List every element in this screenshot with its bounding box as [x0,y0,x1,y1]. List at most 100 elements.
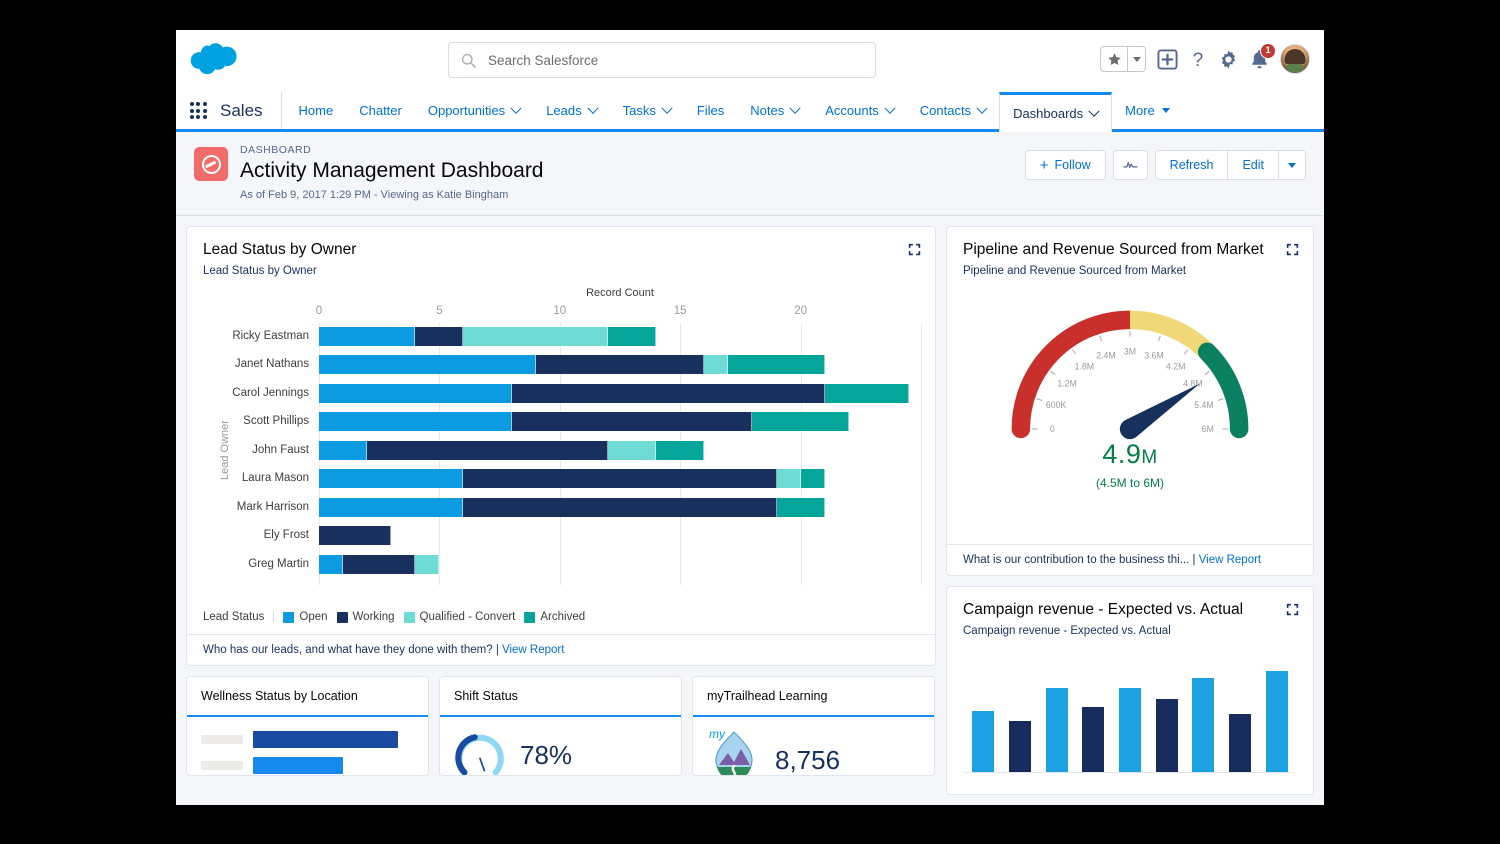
gauge-tick-label: 600K [1046,400,1067,410]
campaign-bar[interactable] [1156,699,1178,772]
bar-segment[interactable] [319,526,391,545]
bar-segment[interactable] [801,469,825,488]
chevron-down-icon[interactable] [661,102,672,113]
bar-segment[interactable] [415,327,463,346]
legend-swatch [283,612,294,623]
bar-segment[interactable] [704,355,728,374]
bar-stack[interactable] [319,441,704,460]
bar-segment[interactable] [463,327,607,346]
tab-chatter[interactable]: Chatter [346,92,415,129]
tab-files[interactable]: Files [684,92,737,129]
bar-segment[interactable] [608,327,656,346]
plus-box-icon[interactable] [1157,49,1178,70]
bell-icon[interactable]: 1 [1250,49,1269,70]
tab-accounts[interactable]: Accounts [812,92,906,129]
bar-segment[interactable] [319,555,343,574]
bar-stack[interactable] [319,384,909,403]
star-icon[interactable] [1101,47,1127,71]
tab-home[interactable]: Home [286,92,347,129]
tab-more[interactable]: More [1112,92,1183,129]
follow-button[interactable]: + Follow [1025,150,1106,180]
bar-segment[interactable] [319,469,463,488]
bar-segment[interactable] [656,441,704,460]
chevron-down-icon[interactable] [976,102,987,113]
y-axis-tick: Laura Mason [187,472,309,484]
bar-stack[interactable] [319,355,825,374]
bar-segment[interactable] [319,412,512,431]
legend-item[interactable]: Open [283,611,327,623]
bar-segment[interactable] [319,441,367,460]
expand-icon[interactable] [1286,243,1299,256]
campaign-bar[interactable] [1046,688,1068,772]
global-search[interactable] [448,42,876,78]
chevron-down-icon[interactable] [511,102,522,113]
bar-stack[interactable] [319,469,825,488]
chevron-down-icon[interactable] [1089,105,1100,116]
bar-segment[interactable] [319,384,512,403]
chevron-down-icon[interactable] [790,102,801,113]
subscribe-button[interactable] [1113,150,1148,180]
bar-segment[interactable] [825,384,909,403]
bar-segment[interactable] [512,384,825,403]
caret-down-icon[interactable] [1162,108,1170,113]
bar-segment[interactable] [463,469,776,488]
edit-button[interactable]: Edit [1227,150,1278,180]
caret-down-icon[interactable] [1128,47,1145,71]
bar-segment[interactable] [343,555,415,574]
bar-segment[interactable] [319,327,415,346]
avatar[interactable] [1280,44,1310,74]
bar-segment[interactable] [463,498,776,517]
gauge-tick-label: 1.2M [1057,378,1077,388]
more-actions-button[interactable] [1278,150,1306,180]
view-report-link[interactable]: View Report [1199,554,1261,566]
legend-label: Working [353,611,395,623]
campaign-bar[interactable] [972,711,994,772]
campaign-bar[interactable] [1266,671,1288,772]
bar-segment[interactable] [608,441,656,460]
bar-stack[interactable] [319,412,849,431]
bar-stack[interactable] [319,555,439,574]
app-launcher-icon[interactable] [176,92,220,129]
bar-label-placeholder [201,761,243,770]
view-report-link[interactable]: View Report [502,644,564,656]
tab-notes[interactable]: Notes [737,92,812,129]
campaign-bar[interactable] [1119,688,1141,772]
tab-tasks[interactable]: Tasks [610,92,684,129]
gear-icon[interactable] [1218,49,1239,70]
bar-segment[interactable] [752,412,848,431]
bar-segment[interactable] [319,498,463,517]
legend-item[interactable]: Qualified - Convert [404,611,516,623]
chevron-down-icon[interactable] [884,102,895,113]
tab-contacts[interactable]: Contacts [907,92,999,129]
campaign-bar[interactable] [1229,714,1251,772]
bar-stack[interactable] [319,526,391,545]
bar-segment[interactable] [728,355,824,374]
salesforce-cloud-logo[interactable] [190,41,246,81]
tab-opportunities[interactable]: Opportunities [415,92,533,129]
bar-stack[interactable] [319,327,656,346]
tab-dashboards[interactable]: Dashboards [999,92,1112,132]
bar-segment[interactable] [777,469,801,488]
campaign-bar[interactable] [1192,678,1214,772]
search-input[interactable] [488,53,863,68]
bar-stack[interactable] [319,498,825,517]
refresh-button[interactable]: Refresh [1155,150,1228,180]
favorites-button-group[interactable] [1100,46,1146,72]
bar-segment[interactable] [512,412,753,431]
question-mark-icon[interactable]: ? [1189,49,1207,70]
tab-label: Home [299,103,334,118]
bar-segment[interactable] [319,355,536,374]
tab-leads[interactable]: Leads [533,92,609,129]
legend-item[interactable]: Archived [524,611,585,623]
campaign-bar[interactable] [1082,707,1104,772]
expand-icon[interactable] [1286,603,1299,616]
bar-segment[interactable] [777,498,825,517]
bar-segment[interactable] [367,441,608,460]
bar-segment[interactable] [536,355,705,374]
legend-item[interactable]: Working [337,611,395,623]
expand-icon[interactable] [908,243,921,256]
campaign-bar[interactable] [1009,721,1031,771]
chevron-down-icon[interactable] [587,102,598,113]
widget-subtitle: Campaign revenue - Expected vs. Actual [963,625,1297,637]
bar-segment[interactable] [415,555,439,574]
